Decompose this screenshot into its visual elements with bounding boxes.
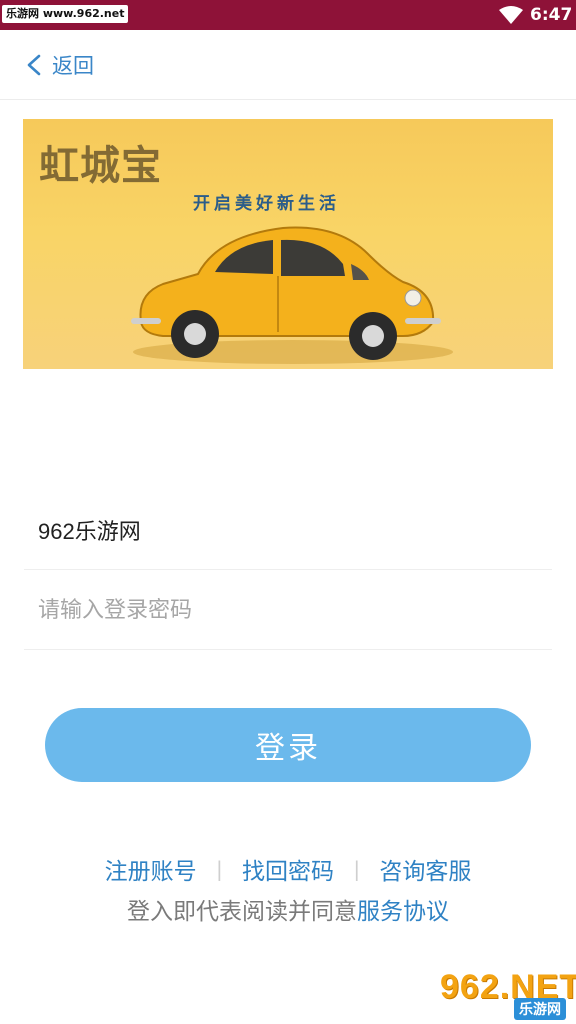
username-field xyxy=(24,490,552,570)
customer-service-link[interactable]: 咨询客服 xyxy=(379,852,471,886)
password-input[interactable] xyxy=(38,590,538,630)
site-badge: 乐游网 www.962.net xyxy=(2,5,129,23)
wifi-icon xyxy=(499,6,523,24)
brand-logo: 虹城宝 xyxy=(39,142,162,189)
agreement-text: 登入即代表阅读并同意 xyxy=(127,899,357,925)
back-label: 返回 xyxy=(52,54,94,78)
login-button[interactable]: 登录 xyxy=(45,708,531,782)
chevron-left-icon xyxy=(27,54,41,76)
password-field xyxy=(24,570,552,650)
username-input[interactable] xyxy=(38,510,538,550)
agreement-notice: 登入即代表阅读并同意服务协议 xyxy=(0,892,576,926)
clock: 6:47 xyxy=(530,5,573,25)
auth-links: 注册账号 | 找回密码 | 咨询客服 xyxy=(0,852,576,886)
banner-slogan: 开启美好新生活 xyxy=(193,194,340,214)
status-bar: 乐游网 www.962.net 6:47 xyxy=(0,0,576,30)
promo-banner: 虹城宝 开启美好新生活 xyxy=(23,119,553,369)
site-watermark: 962.NET 乐游网 xyxy=(440,968,576,1020)
link-divider: | xyxy=(353,857,361,881)
register-link[interactable]: 注册账号 xyxy=(105,852,197,886)
back-button[interactable]: 返回 xyxy=(26,48,94,82)
car-illustration xyxy=(131,226,453,364)
watermark-sub: 乐游网 xyxy=(514,998,566,1020)
forgot-password-link[interactable]: 找回密码 xyxy=(242,852,334,886)
service-agreement-link[interactable]: 服务协议 xyxy=(357,899,449,925)
top-nav-bar: 返回 xyxy=(0,30,576,100)
link-divider: | xyxy=(215,857,223,881)
